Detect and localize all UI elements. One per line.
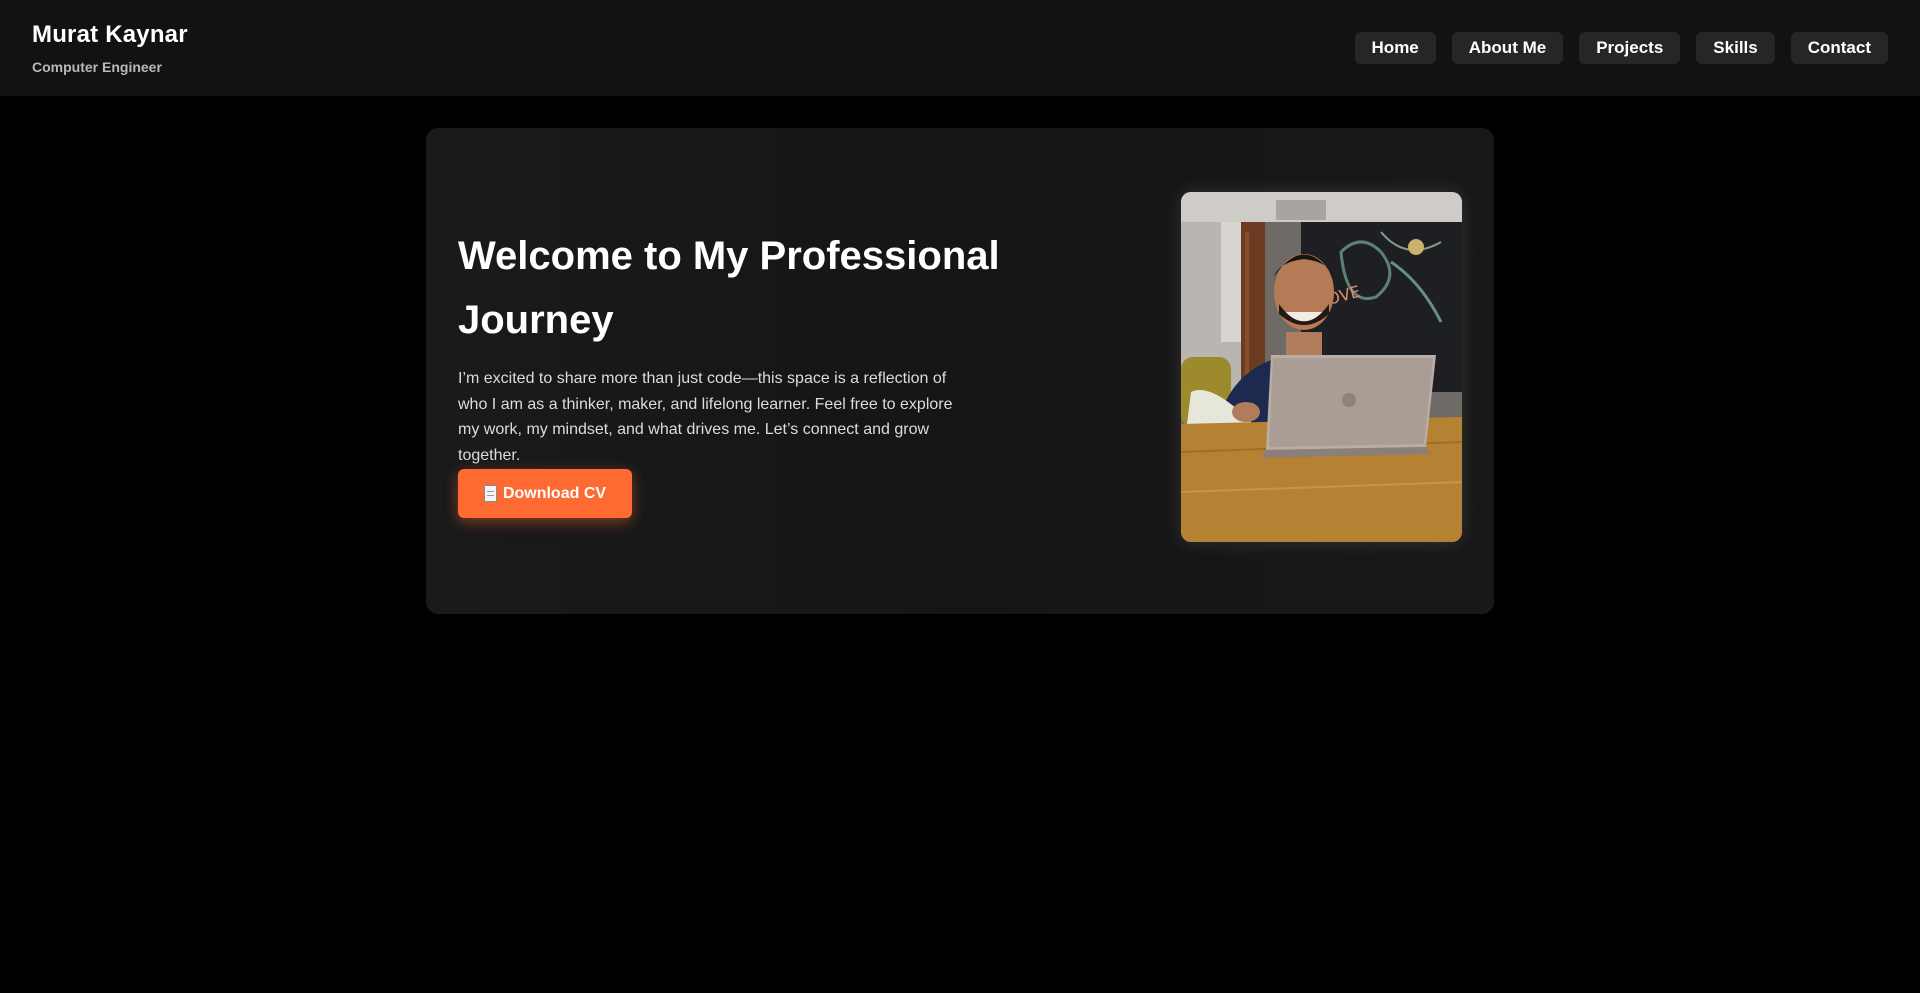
brand: Murat Kaynar Computer Engineer bbox=[32, 21, 188, 75]
download-cv-label: Download CV bbox=[502, 484, 607, 502]
nav-contact-button[interactable]: Contact bbox=[1790, 32, 1888, 64]
hero-title: Welcome to My Professional Journey bbox=[458, 234, 1000, 342]
document-icon bbox=[483, 485, 497, 502]
nav-projects-button[interactable]: Projects bbox=[1579, 32, 1681, 64]
main-nav: Home About Me Projects Skills Contact bbox=[1354, 32, 1888, 64]
brand-name: Murat Kaynar bbox=[32, 21, 188, 48]
hero-card: Welcome to My Professional Journey I’m e… bbox=[426, 128, 1494, 614]
site-header: Murat Kaynar Computer Engineer Home Abou… bbox=[0, 0, 1920, 96]
nav-home-button[interactable]: Home bbox=[1354, 32, 1436, 64]
hero-description: I’m excited to share more than just code… bbox=[458, 370, 953, 464]
profile-photo: LOVE bbox=[1181, 192, 1462, 542]
brand-role: Computer Engineer bbox=[32, 59, 162, 75]
nav-about-button[interactable]: About Me bbox=[1451, 32, 1564, 64]
nav-skills-button[interactable]: Skills bbox=[1696, 32, 1775, 64]
download-cv-button[interactable]: Download CV bbox=[458, 469, 632, 518]
